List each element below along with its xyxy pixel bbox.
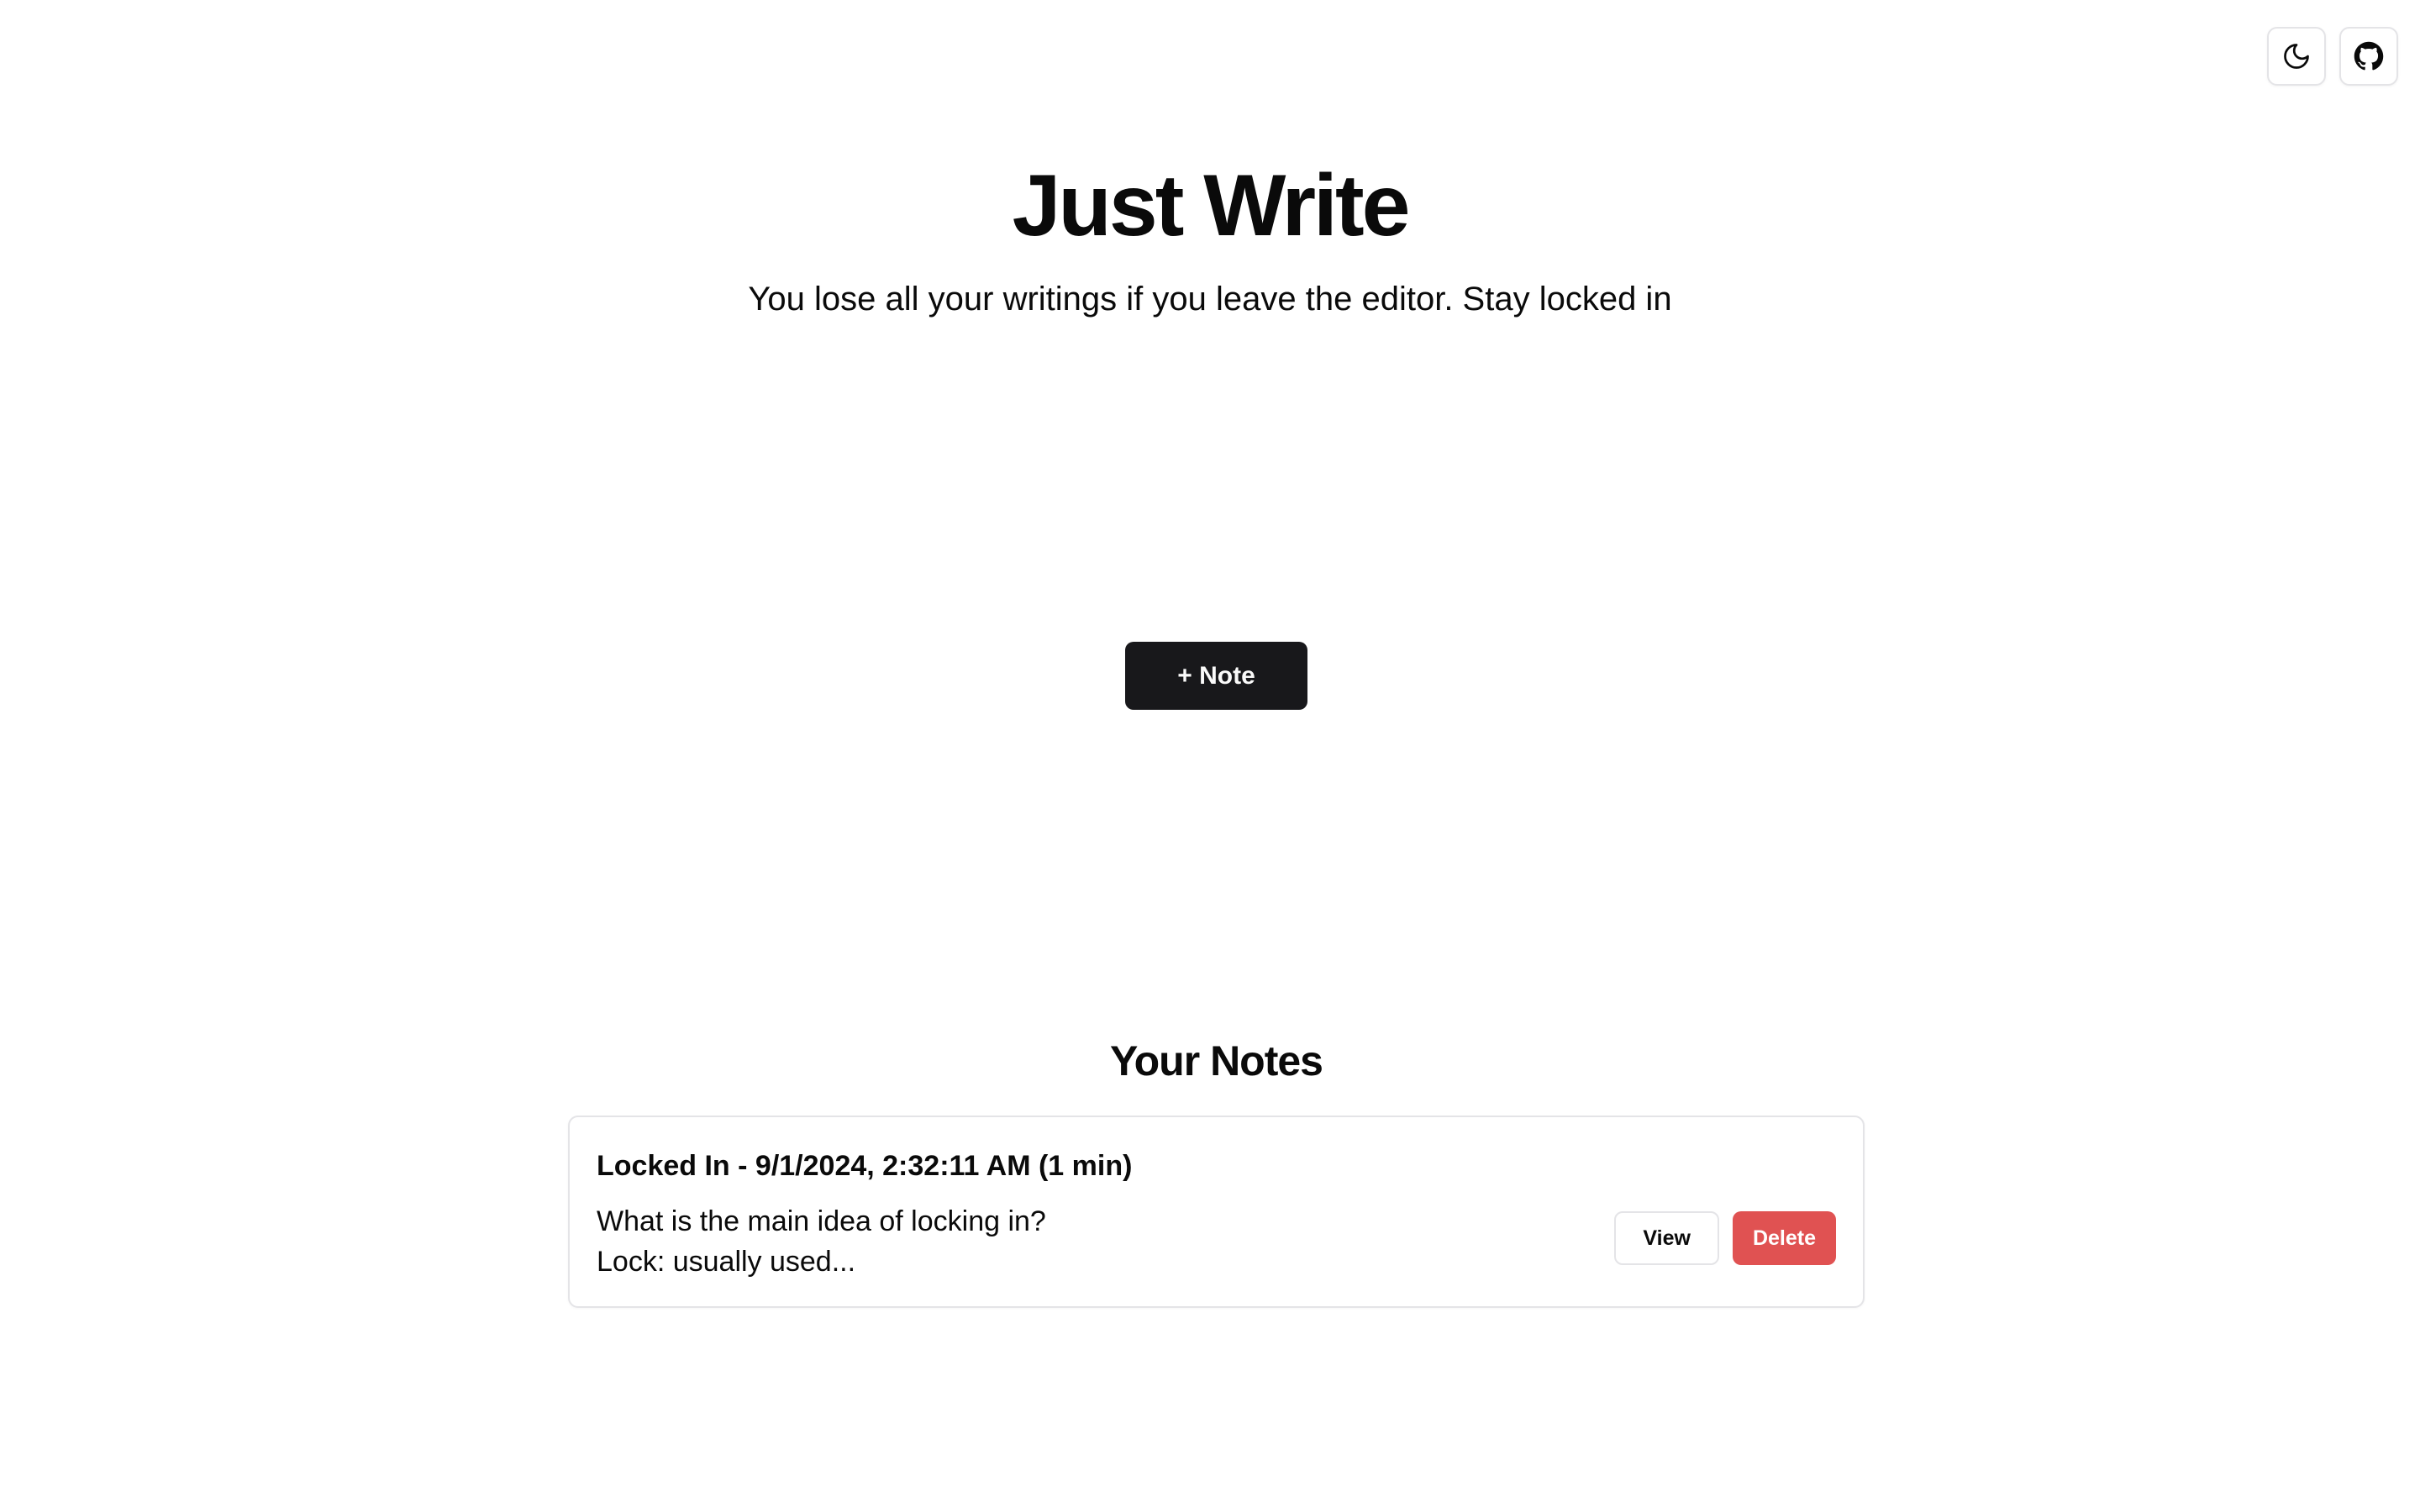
note-card: Locked In - 9/1/2024, 2:32:11 AM (1 min)…: [568, 1116, 1865, 1308]
github-link-button[interactable]: [2339, 27, 2398, 86]
page-subtitle: You lose all your writings if you leave …: [748, 281, 1672, 318]
theme-toggle-button[interactable]: [2267, 27, 2326, 86]
hero: Just Write You lose all your writings if…: [0, 151, 2420, 323]
new-note-button[interactable]: + Note: [1125, 642, 1307, 710]
moon-icon: [2284, 44, 2309, 69]
note-actions: View Delete: [1614, 1211, 1836, 1265]
page: Just Write You lose all your writings if…: [0, 0, 2420, 1512]
notes-section: Your Notes Locked In - 9/1/2024, 2:32:11…: [568, 1032, 1865, 1308]
notes-heading: Your Notes: [1110, 1037, 1323, 1084]
delete-note-button[interactable]: Delete: [1732, 1211, 1836, 1265]
github-icon: [2354, 41, 2384, 71]
view-note-button[interactable]: View: [1614, 1211, 1719, 1265]
note-title: Locked In - 9/1/2024, 2:32:11 AM (1 min): [597, 1150, 1133, 1182]
page-title: Just Write: [1012, 157, 1411, 255]
top-controls: [2267, 27, 2398, 86]
